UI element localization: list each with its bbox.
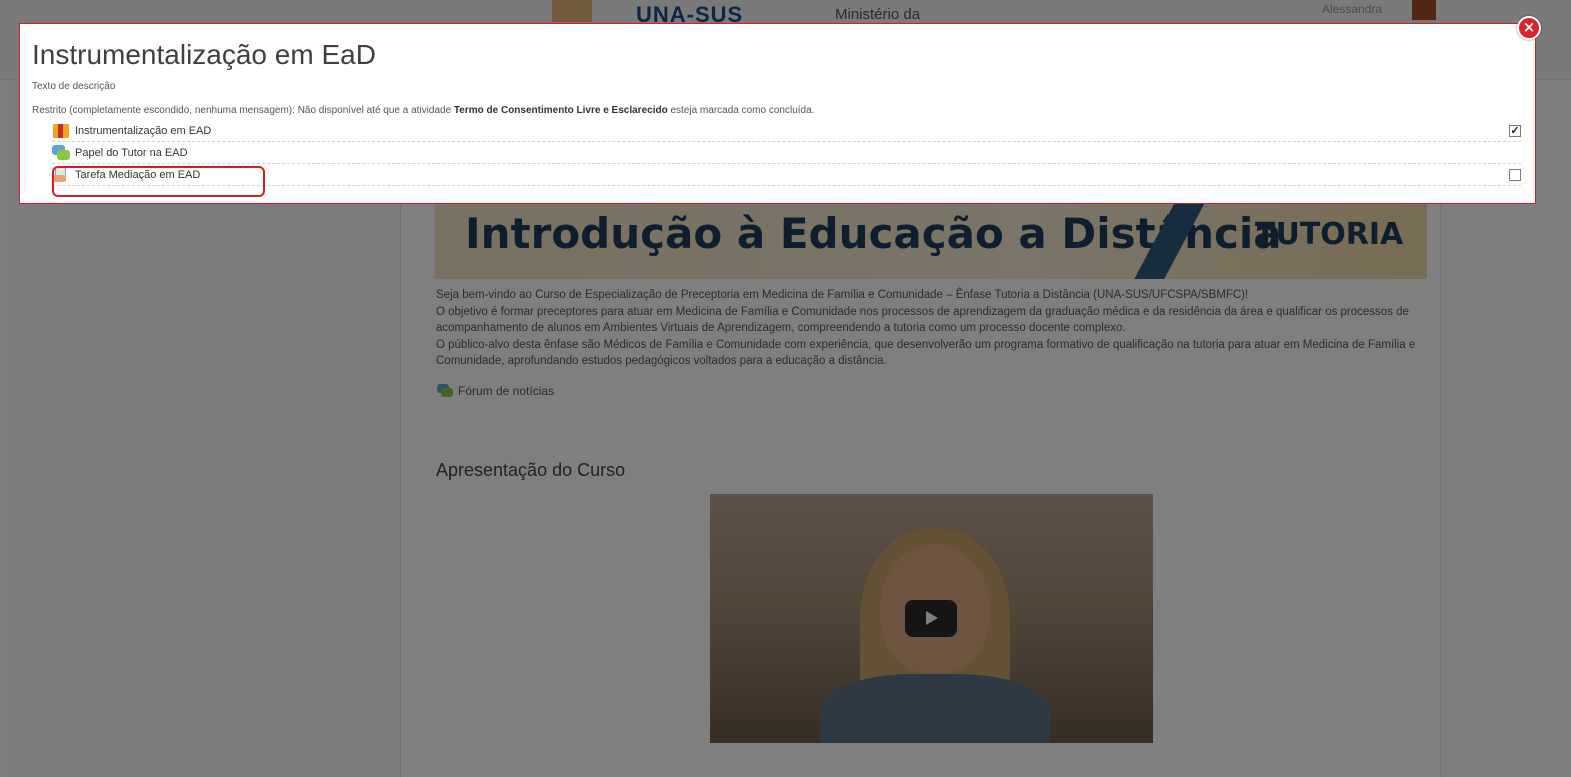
- forum-icon: [52, 144, 70, 162]
- assignment-icon: [52, 166, 70, 184]
- section-popup: Instrumentalização em EaD Texto de descr…: [19, 23, 1536, 204]
- section-title-heading: Instrumentalização em EaD: [32, 39, 376, 70]
- restriction-prefix: Restrito (completamente escondido, nenhu…: [32, 105, 452, 116]
- restriction-suffix: esteja marcada como concluída.: [670, 105, 815, 116]
- completion-checkbox[interactable]: [1509, 169, 1521, 181]
- activity-item[interactable]: Instrumentalização em EAD ✓: [52, 120, 1521, 142]
- section-description: Texto de descrição: [32, 81, 116, 92]
- activity-item[interactable]: Tarefa Mediação em EAD: [52, 164, 1521, 186]
- activity-link[interactable]: Papel do Tutor na EAD: [75, 147, 188, 159]
- activity-item[interactable]: Papel do Tutor na EAD: [52, 142, 1521, 164]
- package-icon: [52, 122, 70, 140]
- activity-link[interactable]: Tarefa Mediação em EAD: [75, 169, 200, 181]
- restriction-activity: Termo de Consentimento Livre e Esclareci…: [453, 105, 668, 116]
- activity-list: Instrumentalização em EAD ✓ Papel do Tut…: [52, 120, 1521, 186]
- close-button[interactable]: ×: [1517, 16, 1541, 40]
- activity-link[interactable]: Instrumentalização em EAD: [75, 125, 211, 137]
- completion-checkbox[interactable]: ✓: [1509, 125, 1521, 137]
- restriction-notice: Restrito (completamente escondido, nenhu…: [32, 105, 814, 116]
